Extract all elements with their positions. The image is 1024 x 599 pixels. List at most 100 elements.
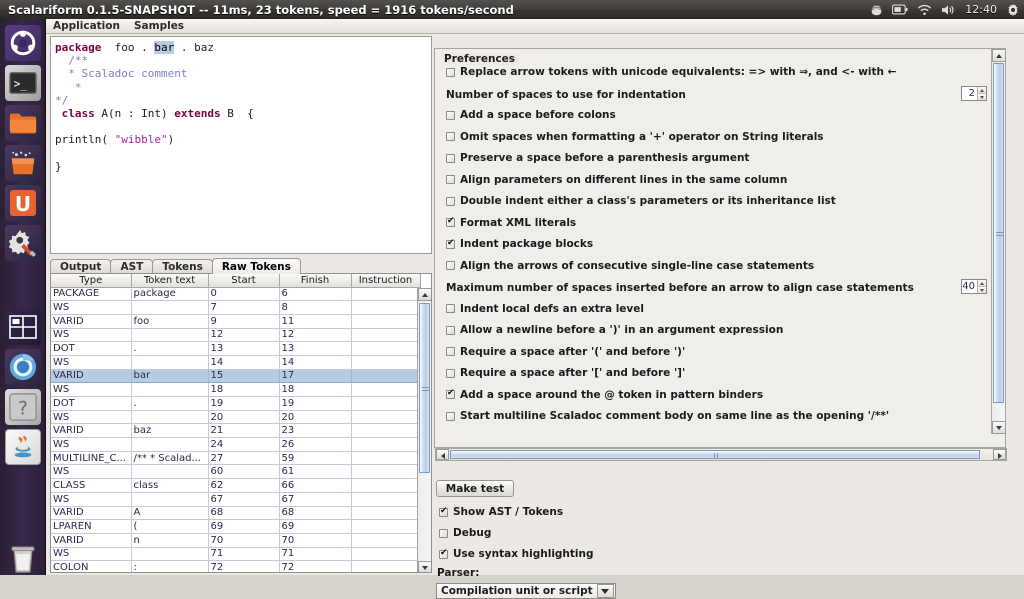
volume-icon[interactable]: [941, 4, 956, 16]
menu-application[interactable]: Application: [53, 20, 120, 32]
prefs-scroll-left-button[interactable]: [436, 449, 449, 460]
preference-checkbox[interactable]: [446, 368, 455, 378]
preference-checkbox[interactable]: [446, 261, 455, 270]
preference-row[interactable]: Align parameters on different lines in t…: [446, 174, 787, 186]
preference-row[interactable]: Preserve a space before a parenthesis ar…: [446, 152, 749, 164]
use-syntax-highlighting-checkbox[interactable]: [439, 548, 448, 559]
table-row[interactable]: MULTILINE_C.../** * Scalad... 27 59: [51, 451, 421, 466]
use-syntax-highlighting-row[interactable]: Use syntax highlighting: [439, 548, 594, 560]
table-row[interactable]: COLON:72 72: [51, 560, 421, 572]
spinner-down-button[interactable]: [978, 93, 986, 100]
spinner-up-button[interactable]: [978, 280, 986, 287]
table-row[interactable]: WS 12 12: [51, 328, 421, 343]
sound-icon[interactable]: [870, 3, 883, 16]
spinner-down-button[interactable]: [978, 287, 986, 293]
table-row[interactable]: CLASS class 62 66: [51, 478, 421, 493]
prefs-scroll-up-button[interactable]: [992, 49, 1006, 62]
preference-checkbox[interactable]: [446, 304, 455, 313]
preference-row[interactable]: Allow a newline before a ')' in an argum…: [446, 324, 783, 336]
prefs-scroll-down-button[interactable]: [992, 421, 1006, 434]
spinner-up-button[interactable]: [978, 86, 986, 94]
help-icon[interactable]: ?: [5, 389, 41, 425]
scroll-up-button[interactable]: [418, 288, 431, 301]
table-row[interactable]: WS 60 61: [51, 464, 421, 480]
trash-icon[interactable]: [5, 541, 41, 577]
preference-checkbox[interactable]: [446, 153, 455, 163]
preference-row[interactable]: Double indent either a class's parameter…: [446, 195, 836, 207]
java-icon[interactable]: [5, 429, 41, 465]
clock[interactable]: 12:40: [965, 3, 997, 16]
wifi-icon[interactable]: [917, 4, 932, 16]
prefs-scroll-right-button[interactable]: [993, 449, 1006, 460]
preference-checkbox[interactable]: [446, 347, 455, 356]
table-row[interactable]: WS 24 26: [51, 437, 421, 452]
col-header-token-text[interactable]: Token text: [131, 274, 209, 288]
system-settings-icon[interactable]: [5, 225, 41, 261]
spinner-value[interactable]: 2: [962, 87, 977, 100]
preference-row[interactable]: Indent package blocks: [446, 238, 593, 250]
prefs-hscrollbar-thumb[interactable]: [450, 450, 980, 459]
preferences-horizontal-scrollbar[interactable]: [435, 448, 1007, 461]
ubuntu-dash-icon[interactable]: [5, 25, 41, 61]
table-row[interactable]: PACKAGE package 0 6: [51, 287, 421, 302]
preference-row[interactable]: Add a space around the @ token in patter…: [446, 388, 763, 401]
table-row[interactable]: WS 18 18: [51, 382, 421, 397]
table-row[interactable]: VARID baz 21 23: [51, 423, 421, 439]
preference-row[interactable]: Start multiline Scaladoc comment body on…: [446, 410, 889, 422]
preference-checkbox[interactable]: [446, 175, 455, 184]
battery-icon[interactable]: [892, 4, 908, 15]
table-row[interactable]: WS 71 71: [51, 547, 421, 562]
preference-checkbox[interactable]: [446, 238, 455, 249]
prefs-scrollbar-thumb[interactable]: [993, 63, 1004, 403]
col-header-instruction[interactable]: Instruction: [351, 274, 421, 288]
files-icon[interactable]: [5, 105, 41, 141]
tab-ast[interactable]: AST: [110, 259, 154, 274]
preference-row[interactable]: Replace arrow tokens with unicode equiva…: [446, 66, 896, 78]
chevron-down-icon[interactable]: [596, 584, 614, 598]
table-row[interactable]: WS 20 20: [51, 410, 421, 425]
preference-row[interactable]: Require a space after '(' and before ')': [446, 346, 685, 358]
table-row[interactable]: VARID n 70 70: [51, 533, 421, 548]
preference-checkbox[interactable]: [446, 216, 455, 227]
show-ast-tokens-row[interactable]: Show AST / Tokens: [439, 506, 563, 518]
preference-row[interactable]: Omit spaces when formatting a '+' operat…: [446, 131, 824, 143]
table-row[interactable]: DOT. 13 13: [51, 341, 421, 356]
chromium-icon[interactable]: [5, 349, 41, 385]
code-editor[interactable]: package foo . bar . baz /** * Scaladoc c…: [50, 36, 432, 254]
table-row[interactable]: VARID A 68 68: [51, 506, 421, 521]
tab-output[interactable]: Output: [50, 259, 112, 274]
preference-row[interactable]: Align the arrows of consecutive single-l…: [446, 260, 814, 272]
preference-row[interactable]: Require a space after '[' and before ']': [446, 367, 685, 379]
spinner-buttons[interactable]: [977, 280, 986, 293]
preference-checkbox[interactable]: [446, 67, 455, 77]
table-row[interactable]: VARID bar 15 17: [51, 369, 421, 384]
scroll-down-button[interactable]: [418, 561, 431, 572]
tab-raw-tokens[interactable]: Raw Tokens: [211, 258, 301, 274]
table-row[interactable]: WS 67 67: [51, 492, 421, 507]
preference-spinner[interactable]: 40: [961, 279, 987, 294]
preference-checkbox[interactable]: [446, 325, 455, 335]
preferences-vertical-scrollbar[interactable]: [991, 49, 1006, 434]
preference-checkbox[interactable]: [446, 388, 455, 399]
preference-row[interactable]: Format XML literals: [446, 216, 576, 229]
table-vertical-scrollbar[interactable]: [417, 288, 431, 572]
tab-tokens[interactable]: Tokens: [152, 259, 213, 274]
menu-samples[interactable]: Samples: [134, 20, 184, 32]
preference-row[interactable]: Indent local defs an extra level: [446, 303, 644, 315]
preference-spinner[interactable]: 2: [961, 85, 987, 101]
table-row[interactable]: WS 14 14: [51, 355, 421, 370]
preference-checkbox[interactable]: [446, 132, 455, 141]
col-header-finish[interactable]: Finish: [279, 274, 352, 288]
preference-checkbox[interactable]: [446, 110, 455, 120]
show-ast-tokens-checkbox[interactable]: [439, 506, 448, 517]
table-row[interactable]: VARID foo 9 11: [51, 314, 421, 329]
debug-row[interactable]: Debug: [439, 527, 491, 539]
preference-row[interactable]: Add a space before colons: [446, 109, 616, 121]
debug-checkbox[interactable]: [439, 528, 448, 538]
software-center-icon[interactable]: [5, 145, 41, 181]
spinner-buttons[interactable]: [977, 86, 986, 100]
preference-checkbox[interactable]: [446, 196, 455, 206]
make-test-button[interactable]: Make test: [436, 480, 514, 497]
table-row[interactable]: LPAREN(69 69: [51, 519, 421, 534]
parser-dropdown[interactable]: Compilation unit or script: [436, 583, 616, 599]
